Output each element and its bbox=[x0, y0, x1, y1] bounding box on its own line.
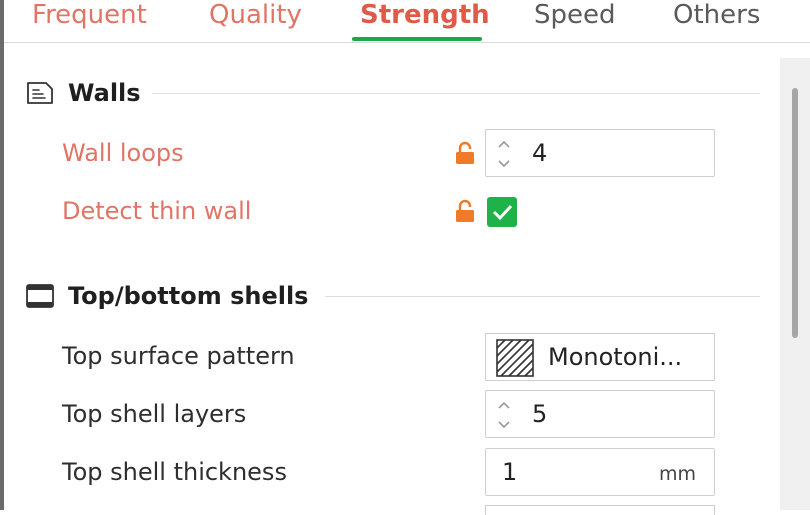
top-shell-layers-spinbox[interactable]: 5 bbox=[485, 390, 715, 438]
window-left-edge bbox=[0, 0, 4, 510]
wall-loops-label: Wall loops bbox=[62, 139, 184, 167]
section-title-top-bottom-shells: Top/bottom shells bbox=[68, 282, 309, 310]
shells-section-header: Top/bottom shells bbox=[24, 281, 324, 311]
top-surface-pattern-value[interactable]: Monotoni... bbox=[548, 342, 682, 372]
top-shell-layers-value[interactable]: 5 bbox=[532, 399, 547, 429]
walls-section-rule bbox=[152, 93, 760, 94]
tab-frequent[interactable]: Frequent bbox=[32, 0, 147, 36]
walls-section-header: Walls bbox=[24, 78, 164, 108]
wall-loops-value[interactable]: 4 bbox=[532, 138, 547, 168]
tab-others[interactable]: Others bbox=[673, 0, 760, 36]
top-surface-pattern-combobox[interactable]: Monotoni... bbox=[485, 333, 715, 381]
settings-tab-bar: Frequent Quality Strength Speed Others bbox=[4, 0, 810, 42]
top-shell-thickness-value[interactable]: 1 bbox=[502, 457, 517, 487]
detect-thin-wall-label: Detect thin wall bbox=[62, 197, 252, 225]
tab-quality[interactable]: Quality bbox=[209, 0, 302, 36]
tab-strength[interactable]: Strength bbox=[360, 0, 490, 36]
spin-arrows-icon[interactable] bbox=[494, 134, 514, 174]
tab-speed[interactable]: Speed bbox=[534, 0, 616, 36]
unlocked-lock-icon[interactable] bbox=[455, 199, 475, 223]
unlocked-lock-icon[interactable] bbox=[455, 141, 475, 165]
top-shell-thickness-label: Top shell thickness bbox=[62, 458, 287, 486]
section-title-walls: Walls bbox=[68, 79, 141, 107]
checkmark-icon bbox=[492, 204, 513, 221]
tab-bar-divider bbox=[4, 42, 810, 43]
wall-section-icon bbox=[27, 82, 53, 104]
shells-section-rule bbox=[325, 296, 760, 297]
wall-loops-spinbox[interactable]: 4 bbox=[485, 129, 715, 177]
top-surface-pattern-label: Top surface pattern bbox=[62, 342, 295, 370]
scrollbar-thumb[interactable] bbox=[792, 88, 798, 338]
active-tab-indicator bbox=[352, 37, 482, 41]
top-shell-layers-label: Top shell layers bbox=[62, 400, 247, 428]
top-bottom-shells-icon bbox=[26, 284, 54, 308]
monotonic-pattern-icon bbox=[496, 339, 534, 377]
spin-arrows-icon[interactable] bbox=[494, 395, 514, 435]
detect-thin-wall-checkbox[interactable] bbox=[487, 197, 517, 227]
top-shell-thickness-input[interactable]: 1 mm bbox=[485, 448, 715, 496]
top-shell-thickness-unit: mm bbox=[658, 463, 696, 485]
next-field-partial[interactable] bbox=[485, 505, 715, 515]
